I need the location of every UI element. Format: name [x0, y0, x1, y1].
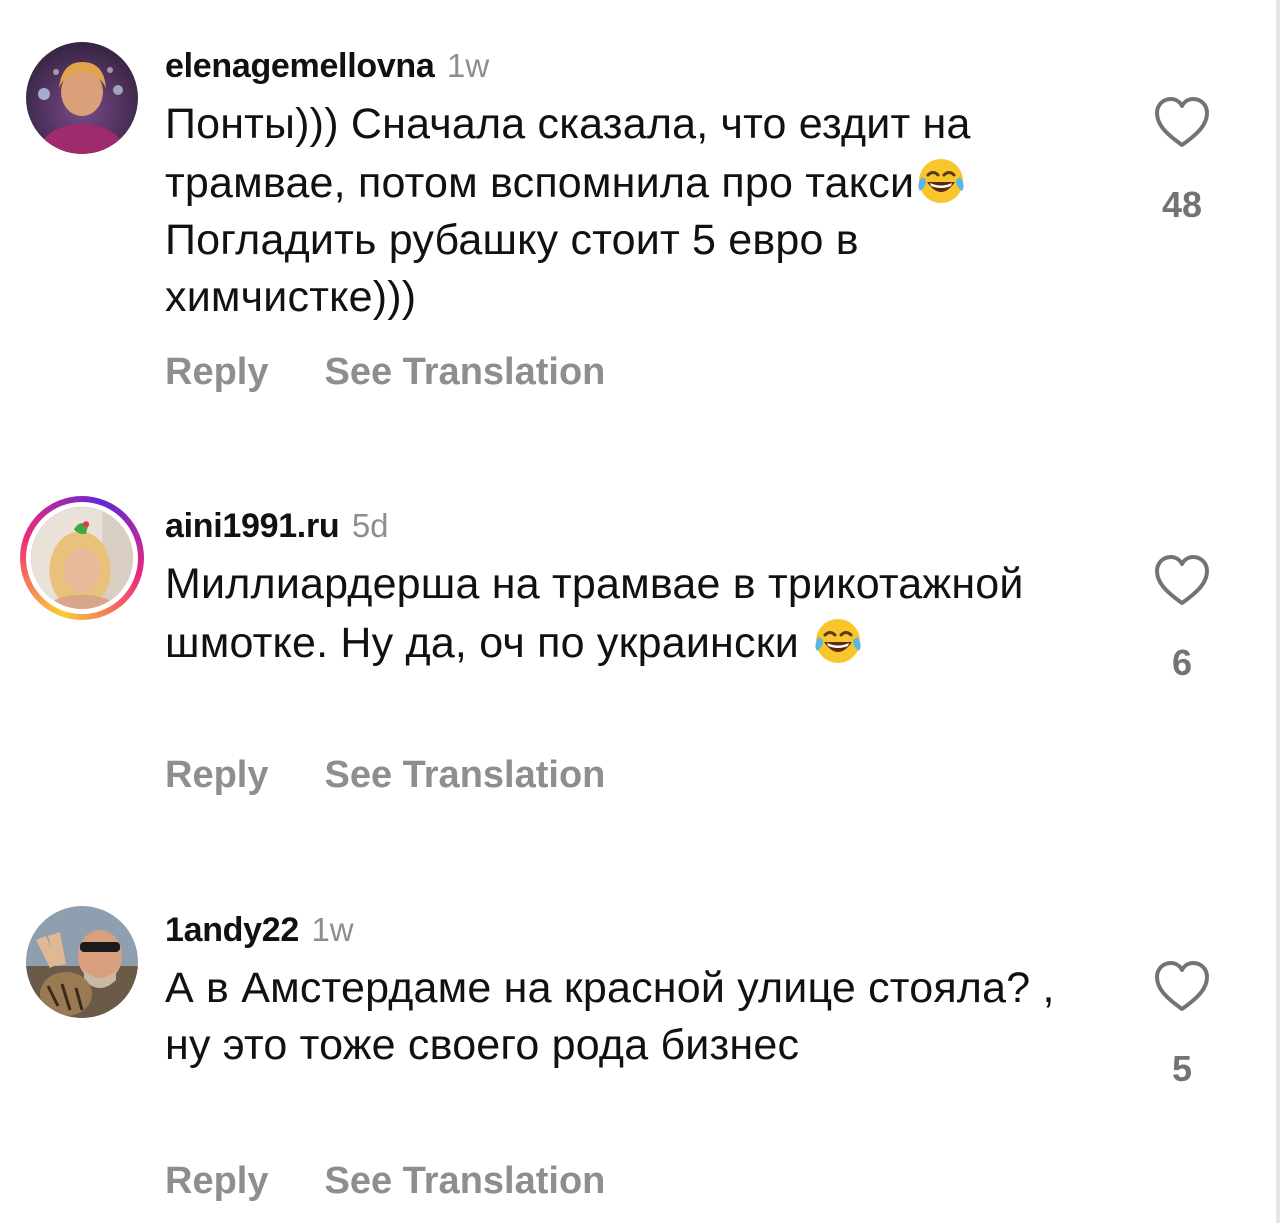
- comment-body: elenagemellovna 1w Понты))) Сначала сказ…: [165, 36, 1065, 393]
- scrollbar-edge: [1276, 0, 1280, 1223]
- like-control: 6: [1140, 554, 1224, 684]
- like-control: 48: [1140, 96, 1224, 226]
- username[interactable]: elenagemellovna: [165, 47, 435, 85]
- reply-button[interactable]: Reply: [165, 351, 268, 393]
- timestamp: 1w: [311, 911, 354, 948]
- comment-text: Понты))) Сначала сказала, что ездит на т…: [165, 96, 1065, 326]
- reply-button[interactable]: Reply: [165, 1160, 268, 1202]
- like-control: 5: [1140, 960, 1224, 1090]
- comment-actions: Reply See Translation: [165, 754, 605, 797]
- comment-body: aini1991.ru 5d Миллиардерша на трамвае в…: [165, 496, 1065, 796]
- like-count: 48: [1161, 184, 1203, 225]
- username[interactable]: aini1991.ru: [165, 507, 340, 545]
- comment-text-part1: Понты))) Сначала сказала, что ездит на т…: [165, 100, 971, 207]
- comment-text: А в Амстердаме на красной улице стояла? …: [165, 960, 1065, 1074]
- comment-text: Миллиардерша на трамвае в трикотажной шм…: [165, 556, 1065, 672]
- comment-body: 1andy22 1w А в Амстердаме на красной ули…: [165, 900, 1065, 1202]
- see-translation-button[interactable]: See Translation: [324, 754, 605, 796]
- like-count: 6: [1171, 642, 1193, 683]
- comment-actions: Reply See Translation: [165, 1160, 605, 1203]
- comment-header: 1andy22 1w: [165, 900, 1065, 960]
- see-translation-button[interactable]: See Translation: [324, 351, 605, 393]
- avatar[interactable]: [20, 36, 144, 160]
- avatar-image[interactable]: [26, 42, 138, 154]
- see-translation-button[interactable]: See Translation: [324, 1160, 605, 1202]
- comment-text-part1: А в Амстердаме на красной улице стояла? …: [165, 964, 1055, 1069]
- avatar-photo-icon: [26, 906, 138, 1018]
- timestamp: 1w: [446, 47, 490, 84]
- avatar[interactable]: [20, 900, 144, 1024]
- comment-text-part2: Погладить рубашку стоит 5 евро в химчист…: [165, 216, 859, 321]
- face-with-tears-of-joy-icon: [914, 153, 968, 207]
- comment-text-part1: Миллиардерша на трамвае в трикотажной шм…: [165, 560, 1024, 667]
- face-with-tears-of-joy-icon: [811, 613, 865, 667]
- username[interactable]: 1andy22: [165, 911, 299, 949]
- heart-icon[interactable]: [1153, 960, 1211, 1012]
- avatar-photo-icon: [26, 42, 138, 154]
- comment-header: elenagemellovna 1w: [165, 36, 1065, 96]
- heart-icon[interactable]: [1153, 96, 1211, 148]
- avatar-image[interactable]: [26, 906, 138, 1018]
- comment-actions: Reply See Translation: [165, 351, 605, 394]
- comment-header: aini1991.ru 5d: [165, 496, 1065, 556]
- avatar[interactable]: [20, 496, 144, 620]
- story-ring[interactable]: [20, 496, 144, 620]
- avatar-photo-icon: [31, 507, 133, 609]
- timestamp: 5d: [351, 507, 389, 544]
- avatar-image: [26, 502, 138, 614]
- reply-button[interactable]: Reply: [165, 754, 268, 796]
- like-count: 5: [1171, 1048, 1193, 1089]
- heart-icon[interactable]: [1153, 554, 1211, 606]
